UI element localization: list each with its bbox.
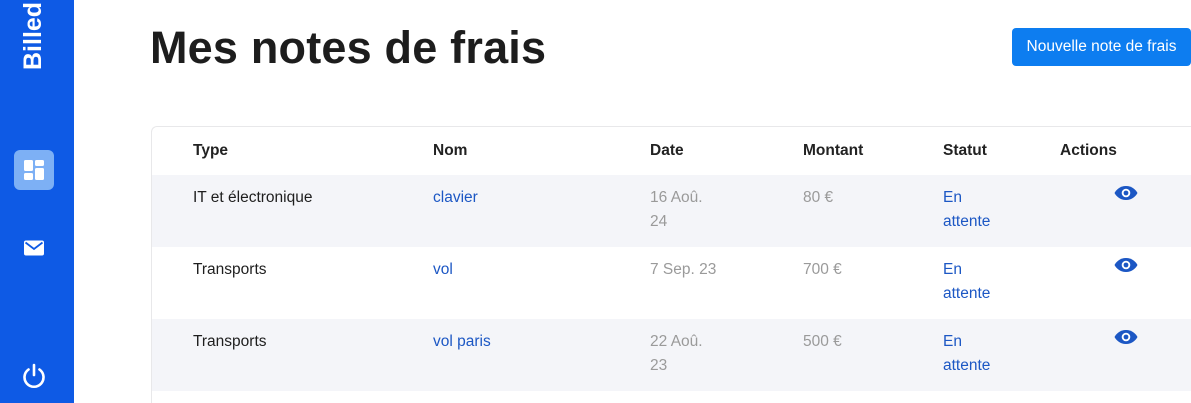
- dashboard-icon: [24, 160, 44, 180]
- cell-type: IT et électronique: [193, 189, 313, 206]
- cell-amount: 500 €: [803, 333, 842, 350]
- cell-amount: 700 €: [803, 261, 842, 278]
- table-row: IT et électronique clavier 16 Aoû. 24 80…: [152, 175, 1191, 247]
- column-header-actions: Actions: [1060, 142, 1117, 159]
- sidebar-item-mail[interactable]: [14, 228, 54, 268]
- new-expense-button[interactable]: Nouvelle note de frais: [1012, 28, 1191, 66]
- table-header-row: Type Nom Date Montant Statut Actions: [152, 127, 1191, 175]
- cell-name: vol paris: [433, 333, 491, 350]
- cell-name: clavier: [433, 189, 478, 206]
- cell-status: En attente: [943, 333, 991, 374]
- column-header-status: Statut: [943, 142, 987, 159]
- cell-date: 22 Aoû. 23: [650, 333, 703, 374]
- table-row: Transports vol 7 Sep. 23 700 € En attent…: [152, 247, 1191, 319]
- bills-table-card: Type Nom Date Montant Statut Actions IT …: [151, 126, 1191, 403]
- column-header-amount: Montant: [803, 142, 864, 159]
- mail-icon: [24, 240, 44, 256]
- eye-icon[interactable]: [1114, 329, 1138, 353]
- cell-status: En attente: [943, 189, 991, 230]
- cell-type: Transports: [193, 333, 267, 350]
- column-header-date: Date: [650, 142, 684, 159]
- cell-type: Transports: [193, 261, 267, 278]
- sidebar-item-dashboard[interactable]: [14, 150, 54, 190]
- logout-button[interactable]: [14, 356, 54, 396]
- bills-table: Type Nom Date Montant Statut Actions IT …: [152, 127, 1191, 391]
- eye-icon[interactable]: [1114, 257, 1138, 281]
- power-icon: [23, 363, 45, 388]
- eye-icon[interactable]: [1114, 185, 1138, 209]
- column-header-name: Nom: [433, 142, 468, 159]
- cell-status: En attente: [943, 261, 991, 302]
- column-header-type: Type: [193, 142, 229, 159]
- cell-date: 16 Aoû. 24: [650, 189, 703, 230]
- table-row: Transports vol paris 22 Aoû. 23 500 € En…: [152, 319, 1191, 391]
- cell-name: vol: [433, 261, 453, 278]
- cell-date: 7 Sep. 23: [650, 261, 717, 278]
- page-title: Mes notes de frais: [150, 22, 547, 73]
- cell-amount: 80 €: [803, 189, 834, 206]
- brand-logo: Billed: [19, 2, 47, 71]
- sidebar: Billed: [0, 0, 74, 403]
